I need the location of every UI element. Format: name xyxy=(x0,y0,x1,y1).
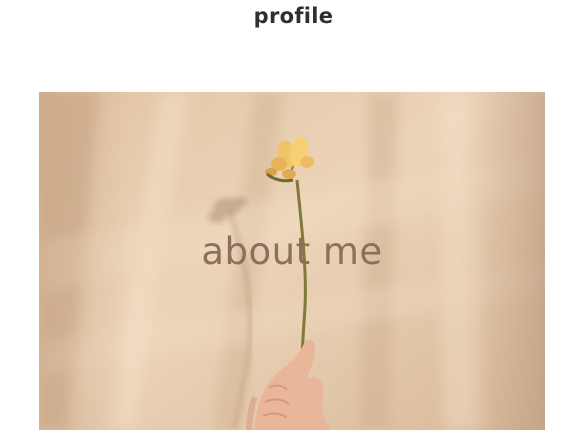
profile-page: profile about me xyxy=(0,0,587,440)
page-title: profile xyxy=(253,4,334,28)
hero-heading: about me xyxy=(201,230,383,273)
about-me-hero-image: about me xyxy=(39,92,545,430)
